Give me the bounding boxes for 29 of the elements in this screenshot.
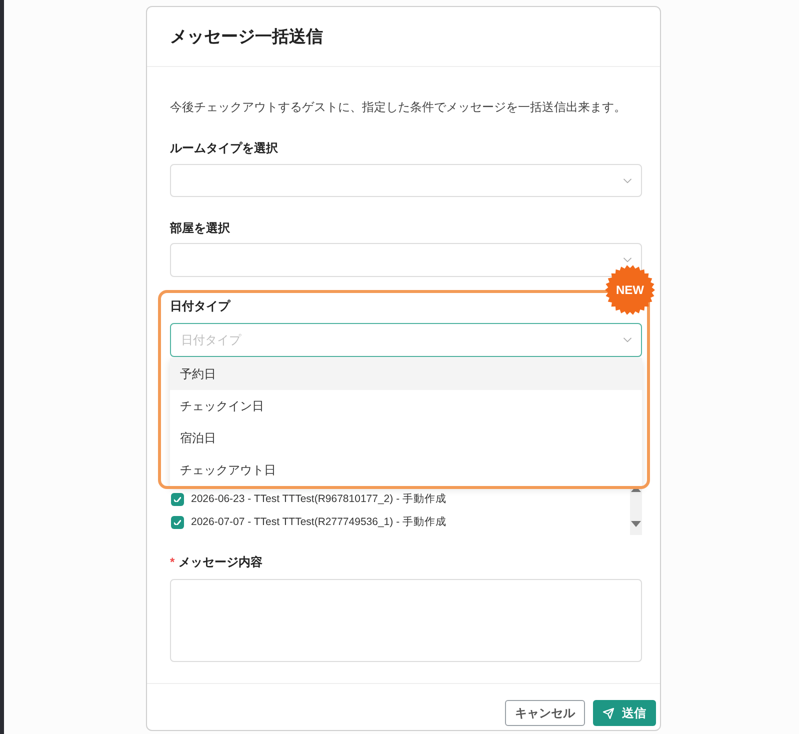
select-field[interactable] xyxy=(170,164,642,197)
reservation-label: 2026-06-23 - TTest TTTest(R967810177_2) - 手動作成 xyxy=(191,492,446,507)
checkbox[interactable] xyxy=(171,516,184,529)
send-icon xyxy=(603,708,614,718)
chevron-down-icon xyxy=(623,178,632,183)
field-label: 日付タイプ xyxy=(170,298,230,315)
checkbox[interactable] xyxy=(171,493,184,506)
check-icon xyxy=(174,520,181,526)
dropdown-option[interactable]: 宿泊日 xyxy=(170,422,642,454)
send-button[interactable]: 送信 xyxy=(593,700,656,726)
select-field[interactable] xyxy=(170,243,642,277)
cancel-button[interactable]: キャンセル xyxy=(505,700,585,726)
dropdown-option[interactable]: 予約日 xyxy=(170,358,642,390)
required-mark: * xyxy=(170,554,175,571)
check-icon xyxy=(174,496,181,502)
chevron-down-icon xyxy=(623,258,632,262)
field-label: ルームタイプを選択 xyxy=(170,140,278,157)
new-badge: NEW xyxy=(605,265,655,315)
dialog-title: メッセージ一括送信 xyxy=(170,26,323,48)
scroll-up-arrow-icon[interactable] xyxy=(631,486,641,492)
reservation-label: 2026-07-07 - TTest TTTest(R277749536_1) - 手動作成 xyxy=(191,514,446,530)
chevron-down-icon xyxy=(623,338,632,342)
dropdown-option[interactable]: チェックイン日 xyxy=(170,390,642,422)
dropdown-option[interactable]: チェックアウト日 xyxy=(170,454,642,486)
field-label: 部屋を選択 xyxy=(170,220,230,237)
scroll-down-arrow-icon[interactable] xyxy=(631,521,641,527)
description-text: 今後チェックアウトするゲストに、指定した条件でメッセージを一括送信出来ます。 xyxy=(170,99,626,116)
date-type-select[interactable]: 日付タイプ xyxy=(170,323,642,357)
field-label: メッセージ内容 xyxy=(178,554,263,571)
